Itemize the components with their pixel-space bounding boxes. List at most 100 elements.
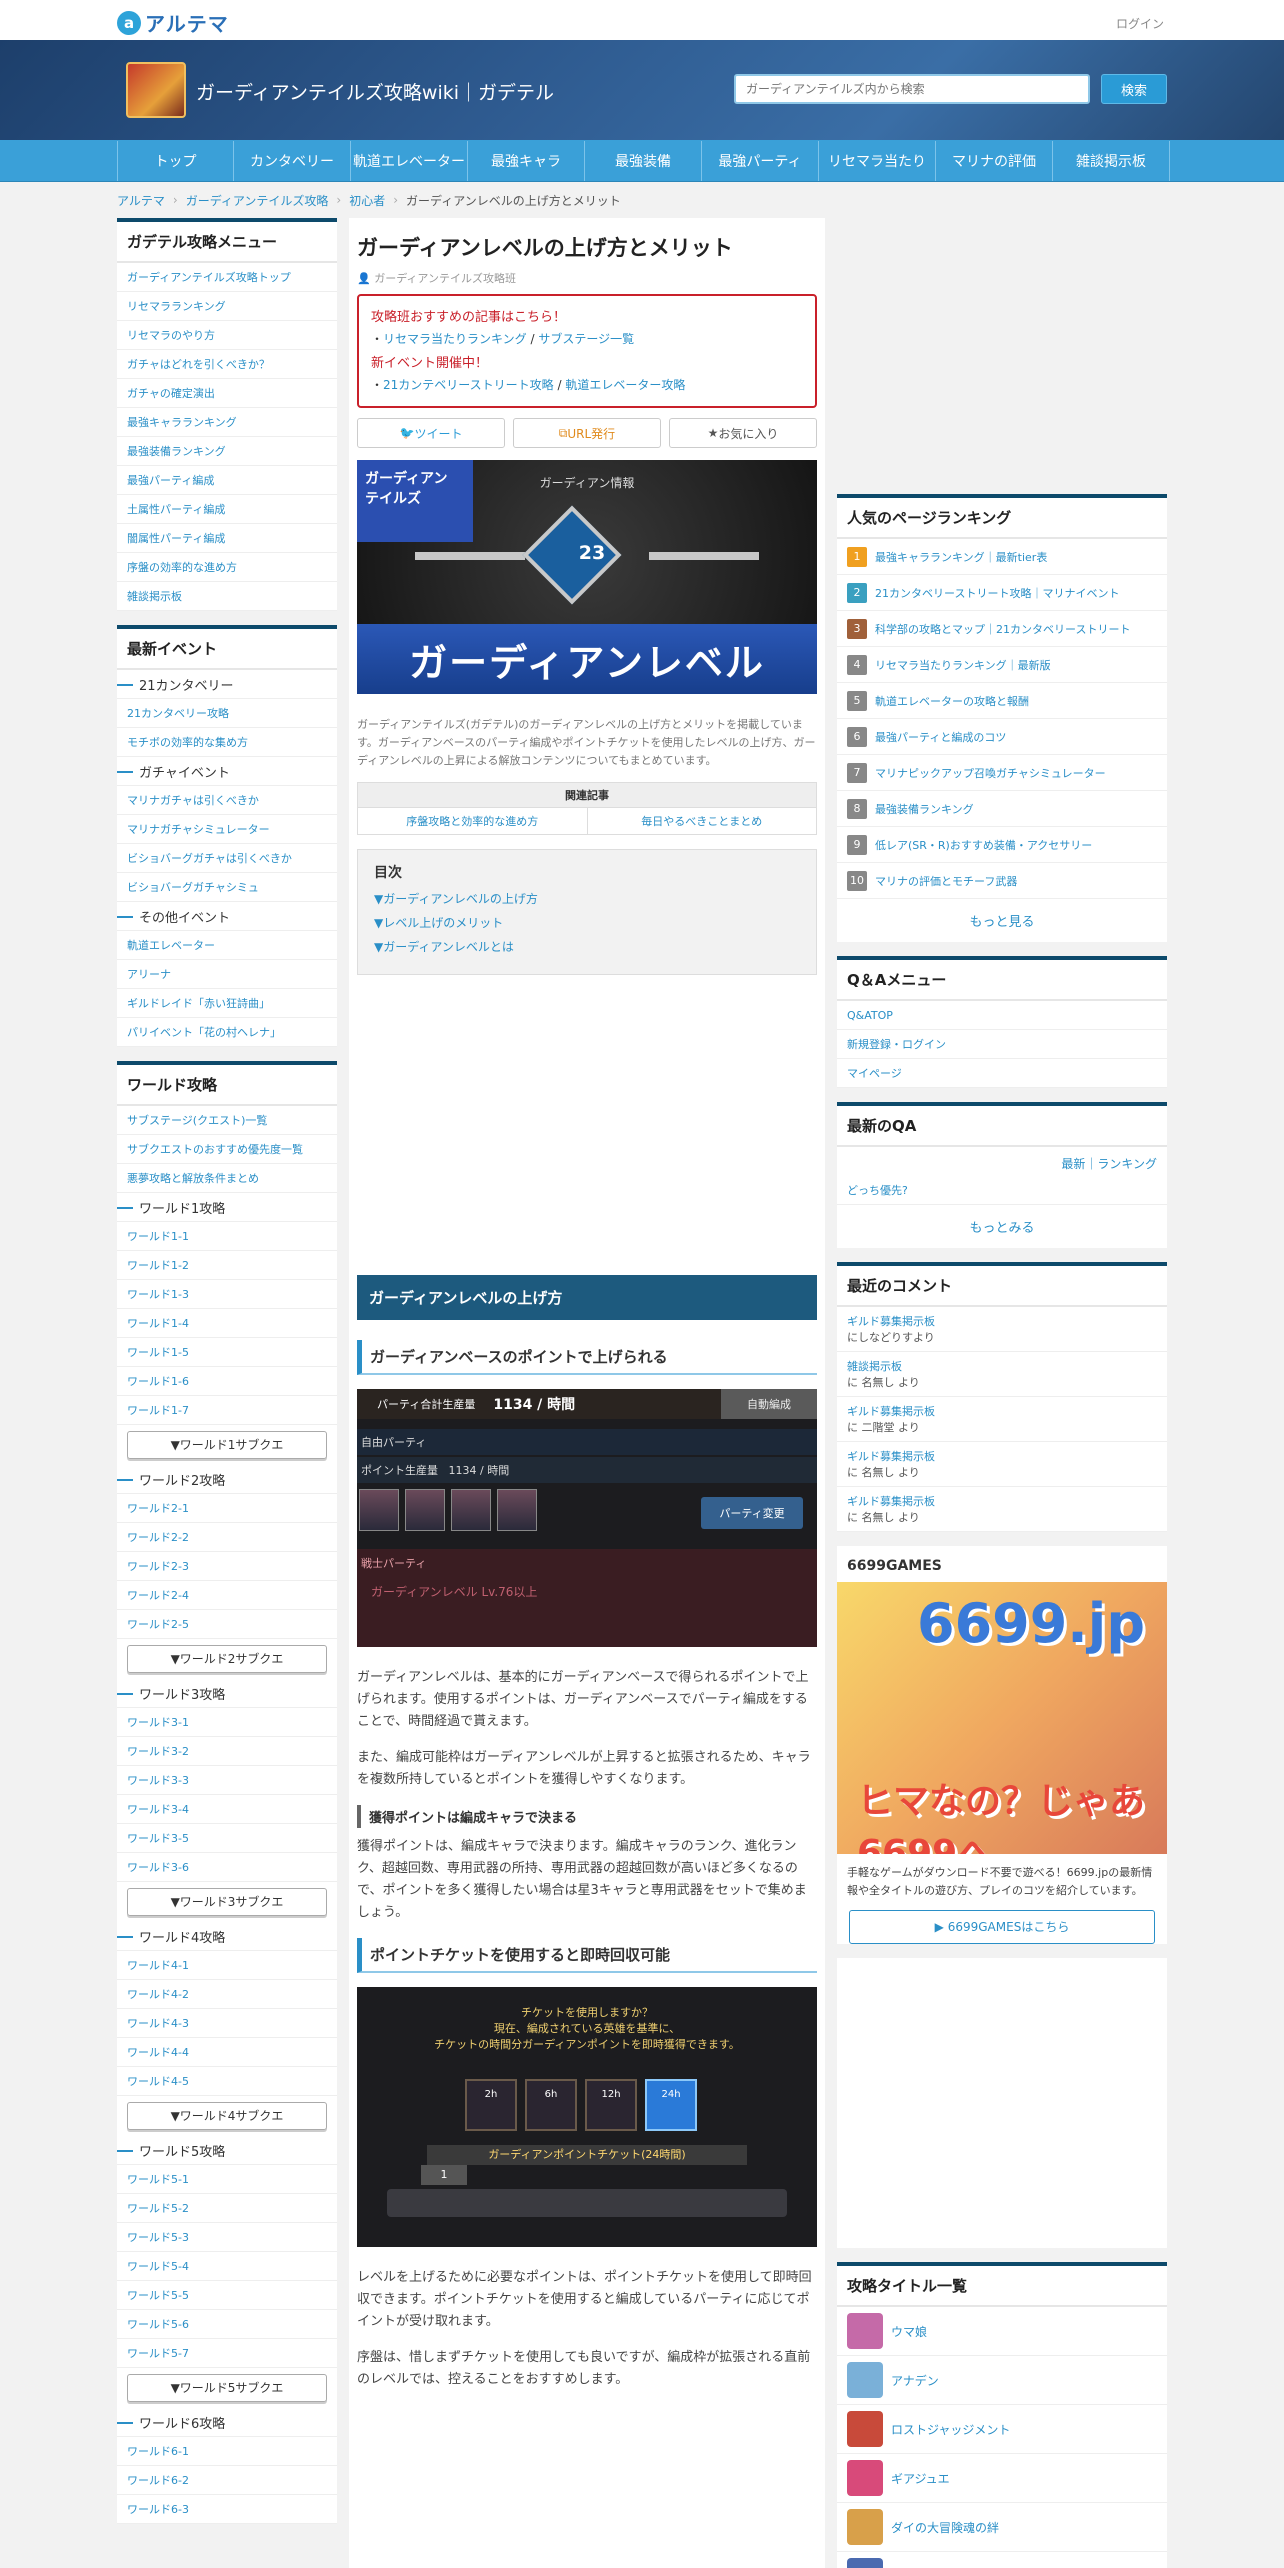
title-item[interactable]: ウマ娘 xyxy=(837,2307,1167,2356)
sidebar-link-item[interactable]: ワールド3-5 xyxy=(117,1824,337,1853)
subquest-toggle-button[interactable]: ▼ワールド2サブクエ xyxy=(127,1645,327,1673)
sidebar-link-item[interactable]: 最強パーティ編成 xyxy=(117,466,337,495)
sidebar-link-item[interactable]: サブクエストのおすすめ優先度一覧 xyxy=(117,1135,337,1164)
sidebar-link-item[interactable]: ワールド5-1 xyxy=(117,2165,337,2194)
subquest-toggle-button[interactable]: ▼ワールド5サブクエ xyxy=(127,2374,327,2402)
sidebar-link-item[interactable]: ワールド1-4 xyxy=(117,1309,337,1338)
sidebar-link-item[interactable]: 21カンタベリー攻略 xyxy=(117,699,337,728)
new-qa-link[interactable]: どっち優先? xyxy=(847,1182,908,1198)
ranking-link[interactable]: マリナの評価とモチーフ武器 xyxy=(875,873,1017,889)
sidebar-link-item[interactable]: ワールド3-4 xyxy=(117,1795,337,1824)
title-link[interactable]: ダイの大冒険魂の絆 xyxy=(891,2519,999,2536)
comment-item[interactable]: 雑談掲示板に 名無し より xyxy=(837,1352,1167,1397)
ranking-item[interactable]: 9 低レア(SR・R)おすすめ装備・アクセサリー xyxy=(837,827,1167,863)
title-link[interactable]: ギアジュエ xyxy=(891,2470,950,2487)
sidebar-link-item[interactable]: リセマラランキング xyxy=(117,292,337,321)
notice-link-reroll[interactable]: リセマラ当たりランキング xyxy=(383,332,527,346)
sidebar-link-item[interactable]: ワールド3-1 xyxy=(117,1708,337,1737)
sidebar-link[interactable]: 最強装備ランキング xyxy=(127,443,226,459)
sidebar-link[interactable]: 闇属性パーティ編成 xyxy=(127,530,225,546)
ranking-link[interactable]: 21カンタベリーストリート攻略｜マリナイベント xyxy=(875,585,1119,601)
search-input[interactable] xyxy=(734,74,1090,104)
ranking-more-link[interactable]: もっと見る xyxy=(837,899,1167,942)
url-button[interactable]: ⧉ URL発行 xyxy=(513,418,661,448)
ranking-link[interactable]: 最強装備ランキング xyxy=(875,801,974,817)
sidebar-link-item[interactable]: ビショバーグガチャは引くべきか xyxy=(117,844,337,873)
sidebar-link[interactable]: ガチャの確定演出 xyxy=(127,385,215,401)
sidebar-link-item[interactable]: ワールド5-3 xyxy=(117,2223,337,2252)
sidebar-link[interactable]: ワールド3-6 xyxy=(127,1859,189,1875)
sidebar-link[interactable]: マリナガチャは引くべきか xyxy=(127,792,259,808)
ranking-link[interactable]: 最強キャラランキング｜最新tier表 xyxy=(875,549,1047,565)
breadcrumb-item[interactable]: ガーディアンテイルズ攻略 xyxy=(186,192,329,209)
sidebar-link[interactable]: ワールド1-4 xyxy=(127,1315,189,1331)
sidebar-link[interactable]: アリーナ xyxy=(127,966,171,982)
sidebar-link-item[interactable]: ワールド6-2 xyxy=(117,2466,337,2495)
favorite-button[interactable]: ★ お気に入り xyxy=(669,418,817,448)
qa-menu-item[interactable]: Q&ATOP xyxy=(837,1001,1167,1030)
notice-link-elevator[interactable]: 軌道エレベーター攻略 xyxy=(565,378,685,392)
sidebar-link-item[interactable]: ワールド5-4 xyxy=(117,2252,337,2281)
comment-board-link[interactable]: ギルド募集掲示板 xyxy=(847,1313,935,1329)
sidebar-link-item[interactable]: ビショバーグガチャシミュ xyxy=(117,873,337,902)
sidebar-link-item[interactable]: ワールド2-5 xyxy=(117,1610,337,1639)
sidebar-link[interactable]: ワールド4-4 xyxy=(127,2044,189,2060)
title-link[interactable]: ウマ娘 xyxy=(891,2323,927,2340)
title-item[interactable]: ギアジュエ xyxy=(837,2454,1167,2503)
sidebar-link-item[interactable]: 最強装備ランキング xyxy=(117,437,337,466)
related-link[interactable]: 序盤攻略と効率的な進め方 xyxy=(358,807,587,834)
sidebar-link[interactable]: ワールド5-2 xyxy=(127,2200,189,2216)
toc-item[interactable]: ▼レベル上げのメリット xyxy=(374,914,800,931)
sidebar-link[interactable]: 21カンタベリー攻略 xyxy=(127,705,229,721)
site-icon[interactable] xyxy=(126,62,186,118)
sidebar-link[interactable]: ワールド5-1 xyxy=(127,2171,189,2187)
sidebar-link[interactable]: ワールド3-1 xyxy=(127,1714,189,1730)
subquest-toggle-button[interactable]: ▼ワールド1サブクエ xyxy=(127,1431,327,1459)
sidebar-link-item[interactable]: ワールド4-5 xyxy=(117,2067,337,2096)
subquest-toggle-button[interactable]: ▼ワールド3サブクエ xyxy=(127,1888,327,1916)
sidebar-link[interactable]: ワールド2-3 xyxy=(127,1558,189,1574)
sidebar-link[interactable]: 軌道エレベーター xyxy=(127,937,215,953)
sidebar-link-item[interactable]: ワールド6-3 xyxy=(117,2495,337,2524)
qa-link[interactable]: マイページ xyxy=(847,1065,902,1081)
comment-item[interactable]: ギルド募集掲示板に 二階堂 より xyxy=(837,1397,1167,1442)
sidebar-link[interactable]: ワールド3-2 xyxy=(127,1743,189,1759)
new-qa-more[interactable]: もっとみる xyxy=(837,1205,1167,1248)
sidebar-link[interactable]: ワールド4-5 xyxy=(127,2073,189,2089)
ranking-item[interactable]: 4 リセマラ当たりランキング｜最新版 xyxy=(837,647,1167,683)
comment-board-link[interactable]: ギルド募集掲示板 xyxy=(847,1448,935,1464)
sidebar-link[interactable]: 雑談掲示板 xyxy=(127,588,182,604)
comment-board-link[interactable]: ギルド募集掲示板 xyxy=(847,1493,935,1509)
nav-item[interactable]: 雑談掲示板 xyxy=(1053,141,1170,181)
new-qa-item[interactable]: どっち優先? xyxy=(837,1176,1167,1205)
sidebar-link[interactable]: ワールド1-7 xyxy=(127,1402,189,1418)
comment-item[interactable]: ギルド募集掲示板に 名無し より xyxy=(837,1442,1167,1487)
sidebar-link-item[interactable]: ガーディアンテイルズ攻略トップ xyxy=(117,263,337,292)
sidebar-link[interactable]: ワールド2-2 xyxy=(127,1529,189,1545)
site-title[interactable]: ガーディアンテイルズ攻略wiki｜ガデテル xyxy=(196,78,554,105)
sidebar-link[interactable]: ワールド1-3 xyxy=(127,1286,189,1302)
sidebar-link-item[interactable]: ワールド5-6 xyxy=(117,2310,337,2339)
sidebar-link-item[interactable]: ワールド1-7 xyxy=(117,1396,337,1425)
breadcrumb-item[interactable]: 初心者 xyxy=(349,192,385,209)
title-item[interactable]: FFBE xyxy=(837,2552,1167,2568)
comment-item[interactable]: ギルド募集掲示板 にしなどりすより xyxy=(837,1307,1167,1352)
sidebar-link-item[interactable]: サブステージ(クエスト)一覧 xyxy=(117,1106,337,1135)
title-link[interactable]: アナデン xyxy=(891,2372,939,2389)
sidebar-link[interactable]: ワールド5-4 xyxy=(127,2258,189,2274)
qa-menu-item[interactable]: 新規登録・ログイン xyxy=(837,1030,1167,1059)
sidebar-link-item[interactable]: ワールド2-2 xyxy=(117,1523,337,1552)
sidebar-link[interactable]: ワールド5-5 xyxy=(127,2287,189,2303)
nav-item[interactable]: 最強装備 xyxy=(585,141,702,181)
sidebar-link-item[interactable]: ワールド1-2 xyxy=(117,1251,337,1280)
sidebar-link[interactable]: ワールド1-6 xyxy=(127,1373,189,1389)
related-link[interactable]: 毎日やるべきことまとめ xyxy=(586,807,816,834)
comment-board-link[interactable]: ギルド募集掲示板 xyxy=(847,1403,935,1419)
sidebar-link[interactable]: ワールド5-7 xyxy=(127,2345,189,2361)
sidebar-link-item[interactable]: 雑談掲示板 xyxy=(117,582,337,611)
sidebar-link[interactable]: ワールド2-1 xyxy=(127,1500,189,1516)
sidebar-link[interactable]: ワールド4-1 xyxy=(127,1957,189,1973)
notice-link-substage[interactable]: サブステージ一覧 xyxy=(538,332,634,346)
sidebar-link-item[interactable]: アリーナ xyxy=(117,960,337,989)
ranking-link[interactable]: 最強パーティと編成のコツ xyxy=(875,729,1006,745)
